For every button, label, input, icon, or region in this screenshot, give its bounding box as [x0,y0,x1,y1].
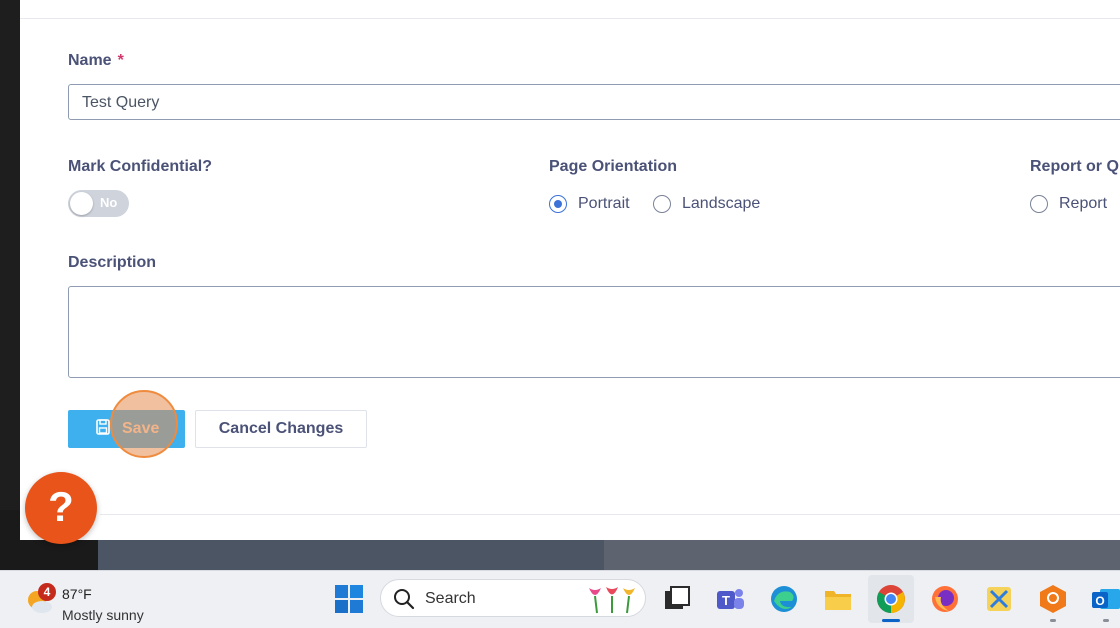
taskbar-search[interactable]: Search [380,579,646,617]
snipping-tool-icon[interactable] [983,583,1015,615]
report-label: Report [1059,195,1108,212]
chrome-icon[interactable] [875,583,907,615]
firefox-icon[interactable] [929,583,961,615]
toggle-state-text: No [100,195,118,210]
background-desktop [0,510,1120,570]
divider [20,18,1120,19]
confidential-toggle[interactable]: No [68,190,129,217]
tulips-icon [589,587,635,614]
background-window-edge [0,0,20,540]
click-highlight [110,390,178,458]
taskbar: 4 87°F Mostly sunny Search T O [0,570,1120,628]
notification-badge: 4 [38,583,56,601]
svg-text:O: O [1095,594,1104,608]
search-label: Search [425,590,476,607]
description-label: Description [68,254,157,271]
portrait-label: Portrait [578,195,630,212]
security-app-icon[interactable] [1037,583,1069,615]
svg-text:T: T [722,593,730,608]
confidential-label: Mark Confidential? [68,158,213,175]
orientation-portrait-option[interactable]: Portrait [549,195,630,213]
name-input[interactable]: Test Query [68,84,1120,120]
report-option[interactable]: Report [1030,195,1107,213]
orientation-landscape-option[interactable]: Landscape [653,195,760,213]
report-radio[interactable] [1030,195,1048,213]
running-indicator [1050,619,1056,622]
save-icon [96,419,110,435]
orientation-label: Page Orientation [549,158,678,175]
divider [100,514,1120,515]
required-marker: * [117,52,124,69]
name-label: Name * [68,52,124,70]
description-textarea[interactable] [68,286,1120,378]
landscape-radio[interactable] [653,195,671,213]
active-indicator [882,619,900,622]
file-explorer-icon[interactable] [822,583,854,615]
search-icon [394,589,415,610]
weather-widget[interactable]: 4 87°F Mostly sunny [24,579,164,623]
help-button[interactable]: ? [25,472,97,544]
query-form-panel: Name * Test Query Mark Confidential? No P… [20,0,1120,540]
report-or-query-label: Report or Q [1030,158,1119,175]
toggle-knob [70,192,93,215]
portrait-radio[interactable] [549,195,567,213]
task-view-icon[interactable] [661,583,693,615]
teams-icon[interactable]: T [714,583,746,615]
running-indicator [1103,619,1109,622]
background-light-area [604,540,1120,570]
start-icon[interactable] [333,583,365,615]
edge-icon[interactable] [768,583,800,615]
cancel-changes-button[interactable]: Cancel Changes [195,410,367,448]
name-label-text: Name [68,52,112,69]
landscape-label: Landscape [682,195,761,212]
outlook-icon[interactable]: O [1090,583,1120,615]
weather-temperature: 87°F [62,586,92,602]
weather-condition: Mostly sunny [62,607,144,623]
